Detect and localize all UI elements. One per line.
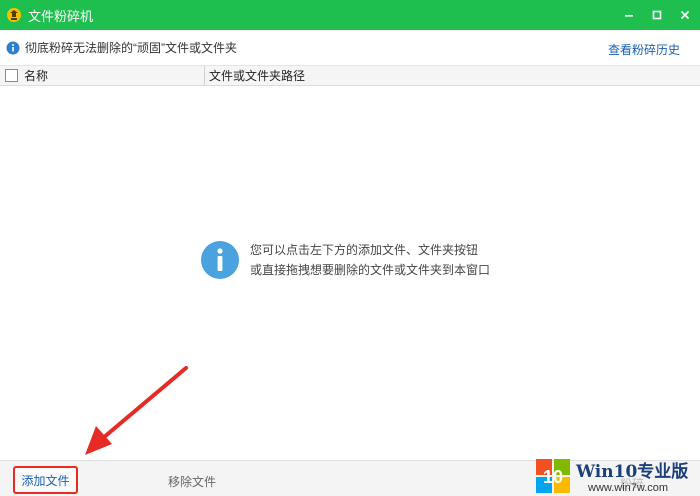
maximize-icon bbox=[652, 10, 662, 20]
info-text: 彻底粉碎无法删除的“顽固”文件或文件夹 bbox=[25, 41, 237, 55]
close-icon bbox=[680, 10, 690, 20]
close-button[interactable] bbox=[678, 8, 692, 22]
minimize-button[interactable] bbox=[622, 8, 636, 22]
info-icon bbox=[6, 41, 20, 54]
arrow-head bbox=[85, 426, 112, 455]
file-table-header: 名称 文件或文件夹路径 bbox=[0, 65, 700, 86]
minimize-icon bbox=[625, 15, 633, 17]
watermark-text: Win10专业版 www.win7w.com bbox=[576, 457, 688, 494]
shredder-app-icon bbox=[7, 8, 21, 22]
info-icon bbox=[201, 241, 239, 279]
column-header-path[interactable]: 文件或文件夹路径 bbox=[209, 67, 305, 84]
hint-line-2: 或直接拖拽想要删除的文件或文件夹到本窗口 bbox=[250, 263, 491, 277]
arrow-shaft bbox=[101, 366, 188, 440]
watermark-url: www.win7w.com bbox=[588, 482, 669, 494]
windows-logo-icon: 10 bbox=[536, 458, 570, 493]
column-divider[interactable] bbox=[204, 65, 205, 86]
empty-list-hint: 您可以点击左下方的添加文件、文件夹按钮 或直接拖拽想要删除的文件或文件夹到本窗口 bbox=[200, 240, 490, 280]
select-all-checkbox[interactable] bbox=[5, 69, 18, 82]
window-controls bbox=[622, 0, 692, 30]
hint-line-1: 您可以点击左下方的添加文件、文件夹按钮 bbox=[250, 243, 479, 257]
watermark-title: Win10专业版 bbox=[576, 462, 689, 482]
watermark: 10 Win10专业版 www.win7w.com bbox=[535, 455, 700, 496]
title-bar: 文件粉碎机 bbox=[0, 0, 700, 30]
window-title: 文件粉碎机 bbox=[28, 8, 94, 24]
info-bar: 彻底粉碎无法删除的“顽固”文件或文件夹 查看粉碎历史 bbox=[0, 30, 700, 66]
column-header-name[interactable]: 名称 bbox=[24, 67, 204, 84]
add-file-button[interactable]: 添加文件 bbox=[13, 466, 78, 494]
view-history-link[interactable]: 查看粉碎历史 bbox=[608, 41, 680, 58]
hint-text: 您可以点击左下方的添加文件、文件夹按钮 或直接拖拽想要删除的文件或文件夹到本窗口 bbox=[250, 240, 490, 280]
maximize-button[interactable] bbox=[650, 8, 664, 22]
watermark-logo-text: 10 bbox=[543, 467, 563, 487]
remove-file-button[interactable]: 移除文件 bbox=[168, 473, 216, 490]
